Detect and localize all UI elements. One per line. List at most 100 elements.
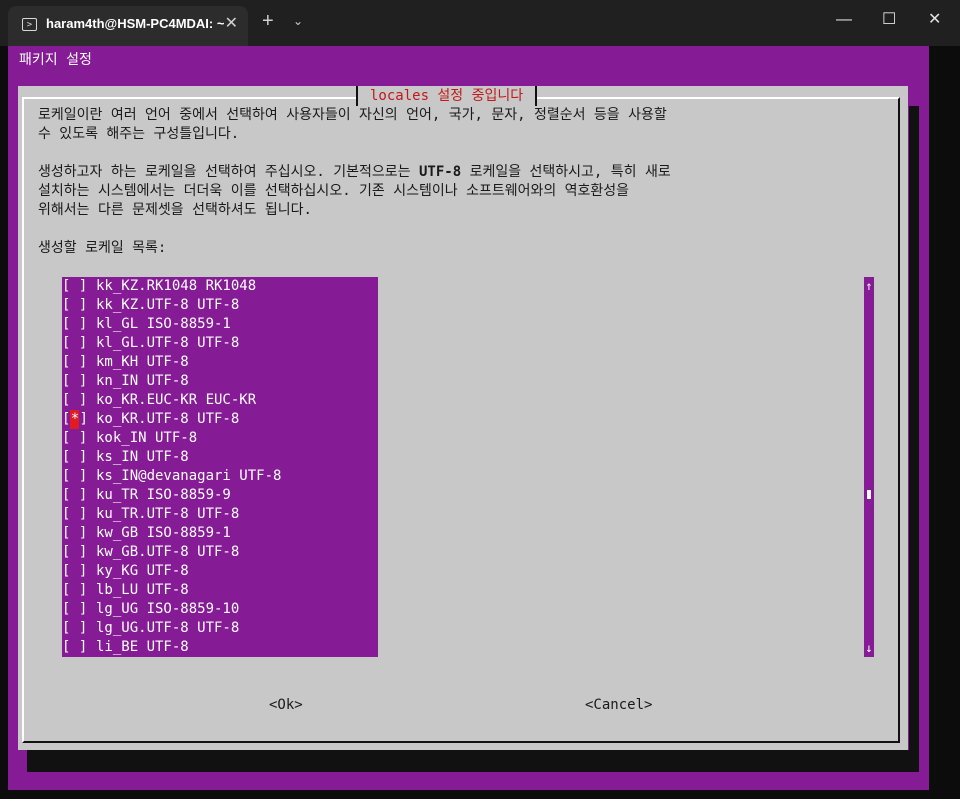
empty-mark (70, 354, 78, 370)
locale-item[interactable]: [*] ko_KR.UTF-8 UTF-8 (62, 410, 378, 429)
checkbox-unchecked[interactable]: [ ] (62, 486, 96, 505)
locale-item[interactable]: [ ] lg_UG ISO-8859-10 (62, 600, 378, 619)
locale-item[interactable]: [ ] kl_GL ISO-8859-1 (62, 315, 378, 334)
description-line: 생성하고자 하는 로케일을 선택하여 주십시오. 기본적으로는 UTF-8 로케… (38, 163, 671, 182)
locale-label: kk_KZ.RK1048 RK1048 (96, 278, 257, 294)
chevron-down-icon[interactable]: ⌄ (293, 14, 303, 28)
checkbox-unchecked[interactable]: [ ] (62, 353, 96, 372)
locale-item[interactable]: [ ] kok_IN UTF-8 (62, 429, 378, 448)
checkbox-unchecked[interactable]: [ ] (62, 372, 96, 391)
checkbox-unchecked[interactable]: [ ] (62, 315, 96, 334)
locale-item[interactable]: [ ] ks_IN@devanagari UTF-8 (62, 467, 378, 486)
locale-item[interactable]: [ ] kk_KZ.RK1048 RK1048 (62, 277, 378, 296)
description-line: 로케일이란 여러 언어 중에서 선택하여 사용자들이 자신의 언어, 국가, 문… (38, 107, 667, 123)
locale-item[interactable]: [ ] kw_GB.UTF-8 UTF-8 (62, 543, 378, 562)
checkbox-unchecked[interactable]: [ ] (62, 600, 96, 619)
locale-item[interactable]: [ ] kw_GB ISO-8859-1 (62, 524, 378, 543)
locale-item[interactable]: [ ] km_KH UTF-8 (62, 353, 378, 372)
terminal-icon: > (22, 18, 37, 31)
empty-mark (70, 487, 78, 503)
empty-mark (70, 544, 78, 560)
checkbox-unchecked[interactable]: [ ] (62, 638, 96, 657)
checkbox-unchecked[interactable]: [ ] (62, 467, 96, 486)
locale-label: lg_UG ISO-8859-10 (96, 601, 240, 617)
checkbox-unchecked[interactable]: [ ] (62, 391, 96, 410)
terminal-area: 패키지 설정 locales 설정 중입니다 로케일이란 여러 언어 중에서 선… (0, 46, 960, 799)
maximize-button[interactable]: ☐ (882, 12, 896, 28)
locale-item[interactable]: [ ] ks_IN UTF-8 (62, 448, 378, 467)
description-text: 로케일을 선택하시고, 특히 새로 (461, 164, 671, 180)
checkbox-unchecked[interactable]: [ ] (62, 334, 96, 353)
locale-item[interactable]: [ ] kn_IN UTF-8 (62, 372, 378, 391)
locale-label: lg_UG.UTF-8 UTF-8 (96, 620, 240, 636)
locale-label: kl_GL.UTF-8 UTF-8 (96, 335, 240, 351)
empty-mark (70, 430, 78, 446)
locale-item[interactable]: [ ] kl_GL.UTF-8 UTF-8 (62, 334, 378, 353)
empty-mark (70, 278, 78, 294)
scroll-thumb[interactable] (867, 490, 871, 499)
checkbox-unchecked[interactable]: [ ] (62, 581, 96, 600)
checked-mark-icon: * (70, 410, 80, 429)
dialog-shadow-bottom (27, 750, 919, 772)
cancel-button[interactable]: <Cancel> (585, 696, 652, 714)
locale-label: ku_TR.UTF-8 UTF-8 (96, 506, 240, 522)
empty-mark (70, 563, 78, 579)
locale-label: ko_KR.UTF-8 UTF-8 (96, 411, 240, 427)
locale-item[interactable]: [ ] ky_KG UTF-8 (62, 562, 378, 581)
description-line: 수 있도록 해주는 구성틀입니다. (38, 126, 240, 142)
empty-mark (70, 392, 78, 408)
title-bar: > haram4th@HSM-PC4MDAI: ~ ✕ + ⌄ — ☐ ✕ (0, 0, 960, 46)
locale-item[interactable]: [ ] ko_KR.EUC-KR EUC-KR (62, 391, 378, 410)
empty-mark (70, 601, 78, 617)
description-line: 위해서는 다른 문제셋을 선택하셔도 됩니다. (38, 202, 312, 218)
empty-mark (70, 335, 78, 351)
locale-item[interactable]: [ ] li_BE UTF-8 (62, 638, 378, 657)
close-tab-icon[interactable]: ✕ (225, 13, 238, 33)
checkbox-unchecked[interactable]: [ ] (62, 429, 96, 448)
locale-item[interactable]: [ ] ku_TR.UTF-8 UTF-8 (62, 505, 378, 524)
checkbox-unchecked[interactable]: [ ] (62, 296, 96, 315)
checkbox-unchecked[interactable]: [ ] (62, 448, 96, 467)
checkbox-unchecked[interactable]: [ ] (62, 524, 96, 543)
locale-label: kw_GB.UTF-8 UTF-8 (96, 544, 240, 560)
checkbox-unchecked[interactable]: [ ] (62, 543, 96, 562)
utf8-emphasis: UTF-8 (419, 164, 462, 180)
scroll-down-icon[interactable]: ↓ (864, 641, 874, 655)
back-title: 패키지 설정 (19, 52, 92, 68)
empty-mark (70, 639, 78, 655)
locale-label: km_KH UTF-8 (96, 354, 189, 370)
locale-label: kk_KZ.UTF-8 UTF-8 (96, 297, 240, 313)
empty-mark (70, 297, 78, 313)
new-tab-button[interactable]: + (262, 11, 274, 31)
scroll-up-icon[interactable]: ↑ (864, 279, 874, 293)
empty-mark (70, 582, 78, 598)
locale-label: ks_IN@devanagari UTF-8 (96, 468, 282, 484)
tab-title: haram4th@HSM-PC4MDAI: ~ (46, 16, 225, 31)
checkbox-unchecked[interactable]: [ ] (62, 619, 96, 638)
close-window-button[interactable]: ✕ (928, 12, 941, 28)
empty-mark (70, 468, 78, 484)
locale-checklist[interactable]: [ ] kk_KZ.RK1048 RK1048[ ] kk_KZ.UTF-8 UTF… (62, 277, 378, 657)
empty-mark (70, 620, 78, 636)
locale-label: lb_LU UTF-8 (96, 582, 189, 598)
locale-label: kl_GL ISO-8859-1 (96, 316, 231, 332)
locale-label: ku_TR ISO-8859-9 (96, 487, 231, 503)
terminal-tab[interactable]: > haram4th@HSM-PC4MDAI: ~ ✕ (8, 6, 248, 46)
dialog-title: locales 설정 중입니다 (356, 86, 538, 106)
list-scrollbar[interactable]: ↑ ↓ (864, 277, 874, 657)
locale-item[interactable]: [ ] lg_UG.UTF-8 UTF-8 (62, 619, 378, 638)
checkbox-checked[interactable]: [*] (62, 410, 96, 429)
locale-item[interactable]: [ ] lb_LU UTF-8 (62, 581, 378, 600)
locale-label: ky_KG UTF-8 (96, 563, 189, 579)
locale-item[interactable]: [ ] kk_KZ.UTF-8 UTF-8 (62, 296, 378, 315)
list-label: 생성할 로케일 목록: (38, 240, 167, 256)
checkbox-unchecked[interactable]: [ ] (62, 562, 96, 581)
checkbox-unchecked[interactable]: [ ] (62, 277, 96, 296)
minimize-button[interactable]: — (836, 12, 852, 28)
ok-button[interactable]: <Ok> (269, 696, 303, 714)
empty-mark (70, 449, 78, 465)
locale-item[interactable]: [ ] ku_TR ISO-8859-9 (62, 486, 378, 505)
locale-label: kok_IN UTF-8 (96, 430, 198, 446)
checkbox-unchecked[interactable]: [ ] (62, 505, 96, 524)
empty-mark (70, 525, 78, 541)
